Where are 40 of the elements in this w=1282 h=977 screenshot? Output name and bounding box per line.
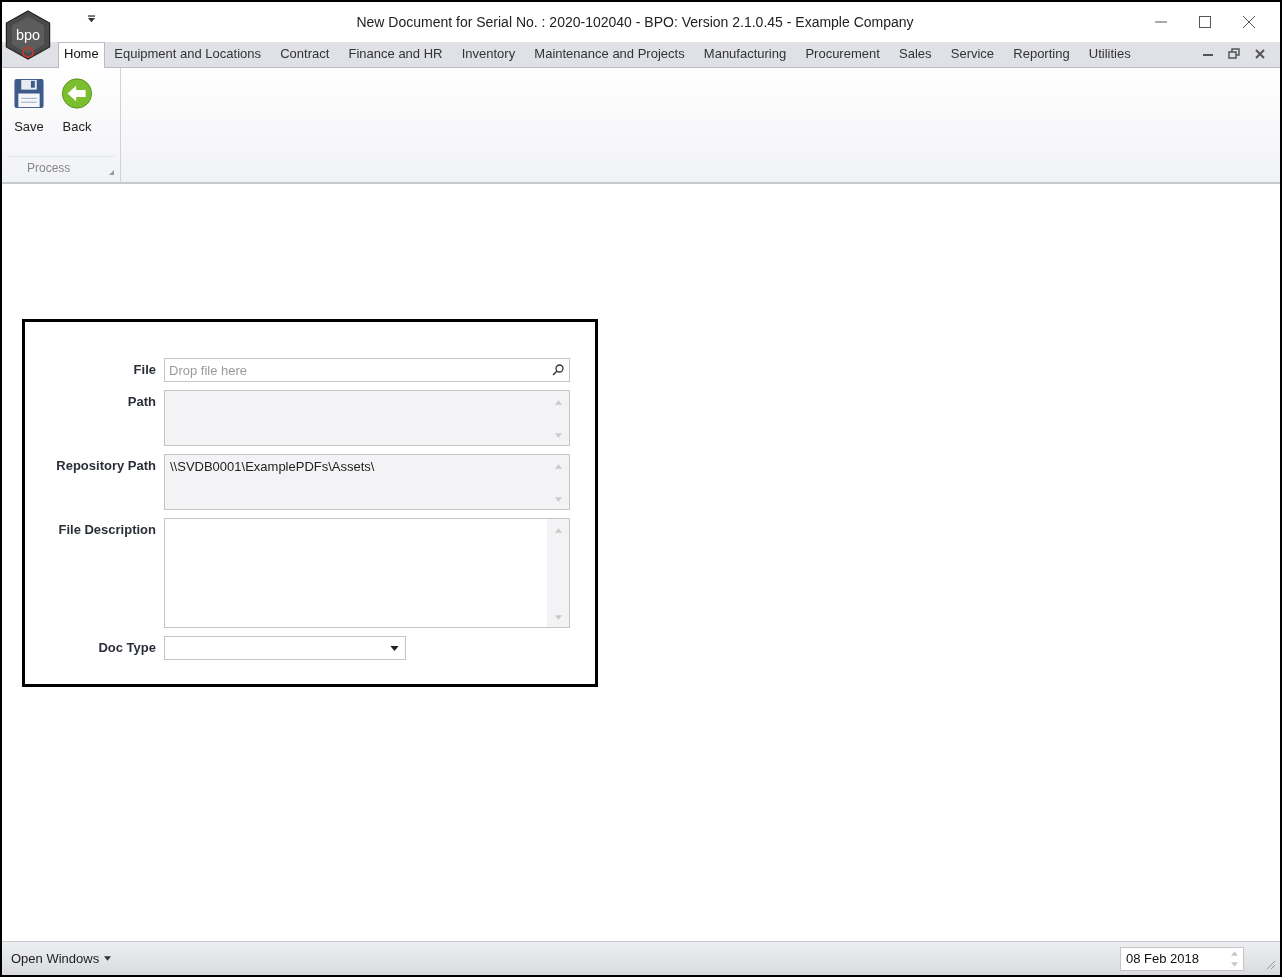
field-label: Path — [126, 393, 156, 411]
caret-icon[interactable] — [87, 15, 96, 23]
ribbon-tab[interactable]: Manufacturing — [694, 42, 796, 67]
group-label: Process — [27, 161, 71, 175]
dropdown-caret-icon[interactable] — [390, 645, 399, 651]
scroll-up-icon[interactable] — [554, 528, 562, 533]
window-title: New Document for Serial No. : 2020-102040 - BPO: Version 2.1.0.45 - Example Company — [355, 14, 915, 30]
maximize-icon[interactable] — [1198, 15, 1212, 29]
launcher-icon[interactable] — [109, 169, 114, 175]
open-windows-button[interactable]: Open Windows — [11, 951, 1120, 966]
field-value: \\SVDB0001\ExamplePDFs\Assets\ — [170, 459, 375, 474]
close-icon[interactable] — [1242, 15, 1256, 29]
field-label: Doc Type — [97, 639, 156, 657]
ribbon-tab[interactable]: Home — [58, 42, 105, 68]
ribbon-tab[interactable]: Equipment and Locations — [104, 42, 271, 67]
restore-icon[interactable] — [1228, 48, 1240, 60]
ribbon-tab[interactable]: Finance and HR — [338, 42, 453, 67]
spin-up-icon[interactable] — [1231, 950, 1238, 956]
ribbon-tab[interactable]: Service — [941, 42, 1004, 67]
field-label: File Description — [57, 521, 156, 539]
scroll-down-icon[interactable] — [554, 615, 562, 620]
save-button[interactable]: Save — [8, 76, 50, 136]
back-button[interactable]: Back — [56, 76, 98, 136]
ribbon-tab[interactable]: Reporting — [1003, 42, 1080, 67]
ribbon-tab[interactable]: Utilities — [1079, 42, 1141, 67]
caret-icon — [104, 956, 112, 961]
search-icon[interactable] — [552, 364, 564, 376]
close-icon[interactable] — [1254, 48, 1266, 60]
field-label: File — [132, 361, 156, 379]
ribbon-tab[interactable]: Procurement — [795, 42, 890, 67]
field-label: Repository Path — [55, 457, 156, 475]
file-drop-field[interactable]: Drop file here — [164, 358, 570, 382]
date-field[interactable]: 08 Feb 2018 — [1120, 946, 1244, 971]
dropdown-field[interactable] — [164, 636, 406, 660]
ribbon-tab[interactable]: Sales — [889, 42, 942, 67]
spin-down-icon[interactable] — [1231, 961, 1238, 967]
ribbon-tab[interactable]: Maintenance and Projects — [524, 42, 695, 67]
ribbon-tab[interactable]: Inventory — [452, 42, 525, 67]
text-area[interactable] — [164, 518, 570, 628]
ribbon-tab[interactable]: Contract — [270, 42, 339, 67]
